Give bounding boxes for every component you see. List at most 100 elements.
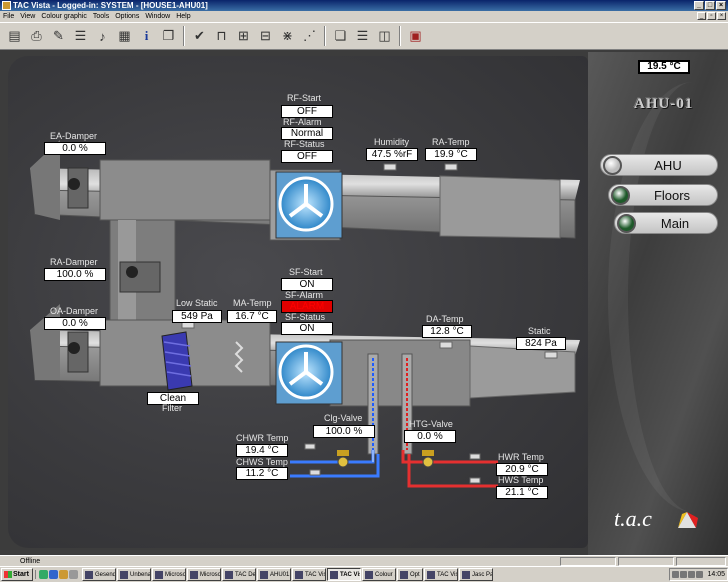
htg-valve-label: HTG-Valve	[409, 419, 453, 429]
ahu-schematic	[30, 140, 580, 488]
rf-status-value[interactable]: OFF	[281, 150, 333, 163]
oa-damper-label: OA-Damper	[50, 306, 99, 316]
taskbar-button[interactable]: Jasc Pai...	[459, 568, 493, 581]
ie-icon[interactable]	[49, 570, 58, 579]
desktop-icon[interactable]	[39, 570, 48, 579]
humidity-label: Humidity	[374, 137, 410, 147]
chws-temp-value[interactable]: 11.2 °C	[236, 467, 288, 480]
start-label: Start	[13, 571, 29, 578]
quick-launch	[35, 570, 81, 579]
supply-fan	[275, 341, 343, 405]
status-bar: Offline	[0, 555, 728, 566]
taskbar-button[interactable]: TAC Vis...	[327, 568, 361, 581]
sf-alarm-label: SF-Alarm	[285, 290, 323, 300]
static-value[interactable]: 824 Pa	[516, 337, 566, 350]
start-button[interactable]: Start	[1, 568, 33, 581]
chwr-temp-label: CHWR Temp	[236, 433, 289, 443]
nav-button-label: Floors	[653, 187, 691, 203]
hwr-temp-label: HWR Temp	[498, 452, 544, 462]
tray-icon[interactable]	[680, 571, 688, 578]
outlook-icon[interactable]	[59, 570, 68, 579]
ma-temp-value[interactable]: 16.7 °C	[227, 310, 277, 323]
ahu-led-icon	[603, 156, 622, 175]
tray-icon[interactable]	[672, 571, 680, 578]
task-app-icon	[330, 570, 338, 579]
task-app-icon	[462, 570, 470, 579]
task-app-icon	[260, 570, 268, 579]
rf-start-label: RF-Start	[287, 93, 322, 103]
low-static-value[interactable]: 549 Pa	[172, 310, 222, 323]
floors-led-icon	[611, 186, 630, 205]
oa-damper	[67, 331, 89, 373]
taskbar-button-label: TAC Vis...	[340, 571, 360, 578]
taskbar-button[interactable]: Unbena...	[117, 568, 151, 581]
chilled-water-piping	[290, 450, 380, 478]
tac-vista-window: TAC Vista - Logged-in: SYSTEM - [HOUSE1-…	[0, 0, 728, 582]
chws-temp-label: CHWS Temp	[236, 457, 288, 467]
ra-damper-value[interactable]: 100.0 %	[44, 268, 106, 281]
static-label: Static	[528, 326, 551, 336]
taskbar-button-label: TAC Vis...	[305, 571, 326, 578]
task-app-icon	[155, 570, 163, 579]
tray-icon[interactable]	[696, 571, 704, 578]
taskbar-button-label: TAC De...	[235, 571, 256, 578]
cooling-valve	[337, 450, 349, 468]
sf-status-value[interactable]: ON	[281, 322, 333, 335]
taskbar-button-label: Microso...	[165, 571, 186, 578]
da-temp-value[interactable]: 12.8 °C	[422, 325, 472, 338]
status-text: Offline	[20, 558, 41, 565]
nav-button-label: Main	[660, 215, 690, 231]
taskbar-button[interactable]: AHU01....	[257, 568, 291, 581]
hws-temp-value[interactable]: 21.1 °C	[496, 486, 548, 499]
low-static-label: Low Static	[176, 298, 218, 308]
task-app-icon	[120, 570, 128, 579]
taskbar-button[interactable]: TAC Vis...	[292, 568, 326, 581]
ra-temp-value[interactable]: 19.9 °C	[425, 148, 477, 161]
ea-damper	[67, 167, 89, 209]
task-app-icon	[225, 570, 233, 579]
ea-damper-label: EA-Damper	[50, 131, 98, 141]
rf-status-label: RF-Status	[284, 139, 325, 149]
cooling-coil	[367, 353, 379, 455]
nav-button-main[interactable]: Main	[614, 212, 718, 234]
rf-alarm-label: RF-Alarm	[283, 117, 322, 127]
launch-icon[interactable]	[69, 570, 78, 579]
taskbar-button[interactable]: TAC De...	[222, 568, 256, 581]
taskbar-button[interactable]: Opt	[397, 568, 423, 581]
taskbar: Start Gesend... Unbena... Microso... Micros…	[0, 566, 728, 582]
taskbar-button-label: Microso...	[200, 571, 221, 578]
ea-damper-value[interactable]: 0.0 %	[44, 142, 106, 155]
taskbar-button[interactable]: Microso...	[152, 568, 186, 581]
taskbar-button-label: Gesend...	[95, 571, 116, 578]
taskbar-button[interactable]: Gesend...	[82, 568, 116, 581]
oa-damper-value[interactable]: 0.0 %	[44, 317, 106, 330]
task-app-icon	[190, 570, 198, 579]
status-cell	[618, 557, 674, 566]
hws-temp-label: HWS Temp	[498, 475, 544, 485]
htg-valve-value[interactable]: 0.0 %	[404, 430, 456, 443]
nav-button-label: AHU	[654, 157, 682, 173]
taskbar-button-label: TAC Vista	[437, 571, 457, 578]
taskbar-button-label: AHU01....	[270, 571, 291, 578]
clg-valve-value[interactable]: 100.0 %	[313, 425, 375, 438]
outside-temp-value[interactable]: 19.5 °C	[638, 60, 690, 74]
clg-valve-label: Clg-Valve	[324, 413, 363, 423]
taskbar-button[interactable]: Colour ...	[362, 568, 396, 581]
ma-temp-label: MA-Temp	[233, 298, 272, 308]
taskbar-button-label: Jasc Pai...	[472, 571, 492, 578]
taskbar-button[interactable]: Microso...	[187, 568, 221, 581]
nav-button-ahu[interactable]: AHU	[600, 154, 718, 176]
unit-title: AHU-01	[634, 96, 694, 112]
task-app-icon	[365, 570, 373, 579]
ra-temp-label: RA-Temp	[432, 137, 470, 147]
task-app-icon	[295, 570, 303, 579]
taskbar-button[interactable]: TAC Vista	[424, 568, 458, 581]
windows-flag-icon	[4, 571, 12, 578]
nav-button-floors[interactable]: Floors	[608, 184, 718, 206]
taskbar-button-label: Colour ...	[375, 571, 395, 578]
tray-icon[interactable]	[688, 571, 696, 578]
chwr-temp-value[interactable]: 19.4 °C	[236, 444, 288, 457]
system-tray: 14:05	[669, 568, 728, 581]
humidity-value[interactable]: 47.5 %rF	[366, 148, 418, 161]
main-led-icon	[617, 214, 636, 233]
